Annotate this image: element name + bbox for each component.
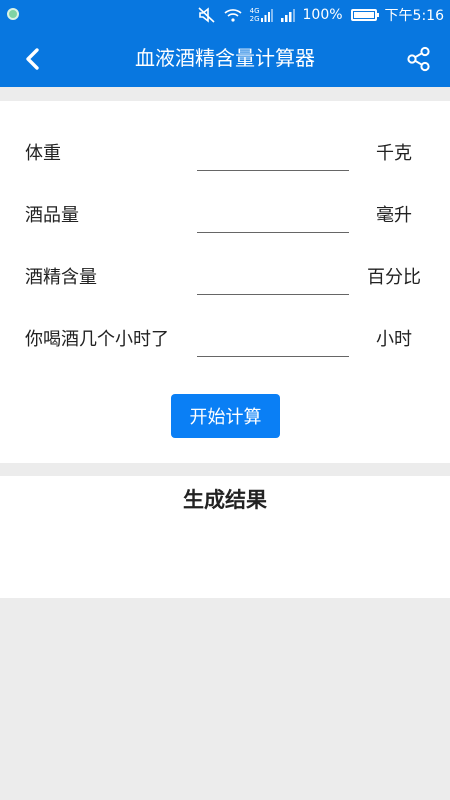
page-title: 血液酒精含量计算器 — [135, 46, 315, 70]
drink-volume-row: 酒品量 毫升 — [0, 193, 450, 233]
calculator-form: 体重 千克 酒品量 毫升 酒精含量 百分比 你喝酒几个小时了 小时 开始计算 — [0, 101, 450, 463]
status-bar: 4G 2G 100% 下午5:16 — [0, 0, 450, 30]
alcohol-content-label: 酒精含量 — [25, 267, 97, 288]
drink-volume-label: 酒品量 — [25, 205, 79, 226]
drinking-hours-label: 你喝酒几个小时了 — [25, 329, 169, 350]
result-title: 生成结果 — [183, 488, 267, 512]
weight-label: 体重 — [25, 143, 61, 164]
battery-icon — [350, 9, 379, 21]
alcohol-content-row: 酒精含量 百分比 — [0, 255, 450, 295]
signal-strength-icon — [280, 8, 295, 22]
cellular-signal-icon: 4G 2G — [250, 7, 273, 23]
drinking-hours-row: 你喝酒几个小时了 小时 — [0, 317, 450, 357]
status-time: 下午5:16 — [384, 8, 444, 24]
alcohol-content-input[interactable] — [197, 255, 349, 295]
result-panel: 生成结果 — [0, 476, 450, 598]
app-bar: 血液酒精含量计算器 — [0, 30, 450, 87]
drink-volume-input[interactable] — [197, 193, 349, 233]
share-button[interactable] — [406, 46, 432, 72]
notification-app-icon — [7, 8, 19, 20]
wifi-icon — [224, 8, 242, 22]
mute-icon — [198, 7, 216, 23]
calculate-button[interactable]: 开始计算 — [171, 394, 280, 438]
drink-volume-unit: 毫升 — [376, 205, 412, 226]
drinking-hours-input[interactable] — [197, 317, 349, 357]
network-label-2g: 2G — [249, 15, 260, 23]
battery-percent: 100% — [302, 7, 343, 23]
weight-unit: 千克 — [376, 143, 412, 164]
drinking-hours-unit: 小时 — [376, 329, 412, 350]
weight-input[interactable] — [197, 131, 349, 171]
share-icon — [407, 46, 430, 72]
network-label-4g: 4G — [249, 7, 260, 15]
status-icons: 4G 2G 100% 下午5:16 — [198, 0, 444, 30]
alcohol-content-unit: 百分比 — [367, 267, 421, 288]
weight-row: 体重 千克 — [0, 131, 450, 171]
